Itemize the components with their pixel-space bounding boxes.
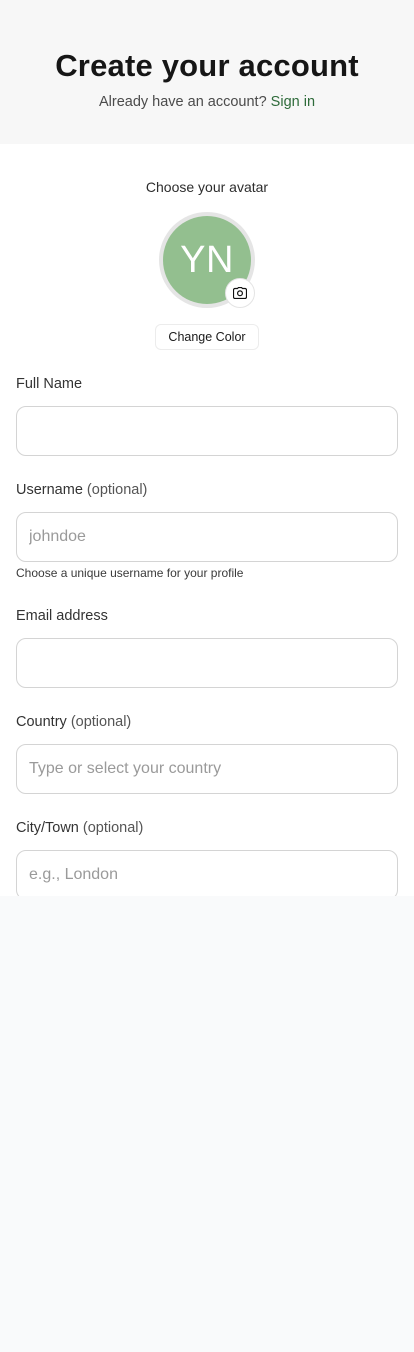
username-hint: Choose a unique username for your profil…	[16, 566, 244, 580]
email-label-text: Email address	[16, 608, 108, 624]
full-name-input[interactable]	[16, 406, 398, 456]
signin-link[interactable]: Sign in	[271, 94, 315, 110]
username-label: Username (optional)	[16, 481, 147, 499]
signin-prompt-text: Already have an account?	[98, 94, 267, 110]
avatar-label: Choose your avatar	[145, 179, 269, 195]
city-input[interactable]	[16, 850, 398, 896]
page-title: Create your account	[55, 48, 359, 83]
change-color-button[interactable]: Change Color	[155, 324, 259, 350]
email-input[interactable]	[16, 638, 398, 688]
avatar-initials: YN	[180, 238, 234, 281]
city-label-text: City/Town	[16, 820, 79, 836]
full-name-label: Full Name	[16, 375, 82, 393]
username-label-text: Username	[16, 482, 83, 498]
country-optional-tag: (optional)	[70, 714, 132, 730]
country-label: Country (optional)	[16, 713, 131, 731]
city-optional-tag: (optional)	[82, 820, 144, 836]
page-header: Create your account Already have an acco…	[0, 0, 414, 144]
signup-form-card: Choose your avatar YN Change Color Full …	[0, 144, 414, 896]
upload-photo-button[interactable]	[225, 278, 255, 308]
country-label-text: Country	[16, 714, 67, 730]
city-label: City/Town (optional)	[16, 819, 143, 837]
camera-icon	[233, 287, 247, 299]
signin-prompt: Already have an account? Sign in	[0, 92, 414, 112]
username-optional-tag: (optional)	[86, 482, 148, 498]
avatar-picker[interactable]: YN	[159, 212, 255, 308]
email-label: Email address	[16, 607, 108, 625]
username-input[interactable]	[16, 512, 398, 562]
country-input[interactable]	[16, 744, 398, 794]
full-name-label-text: Full Name	[16, 376, 83, 392]
